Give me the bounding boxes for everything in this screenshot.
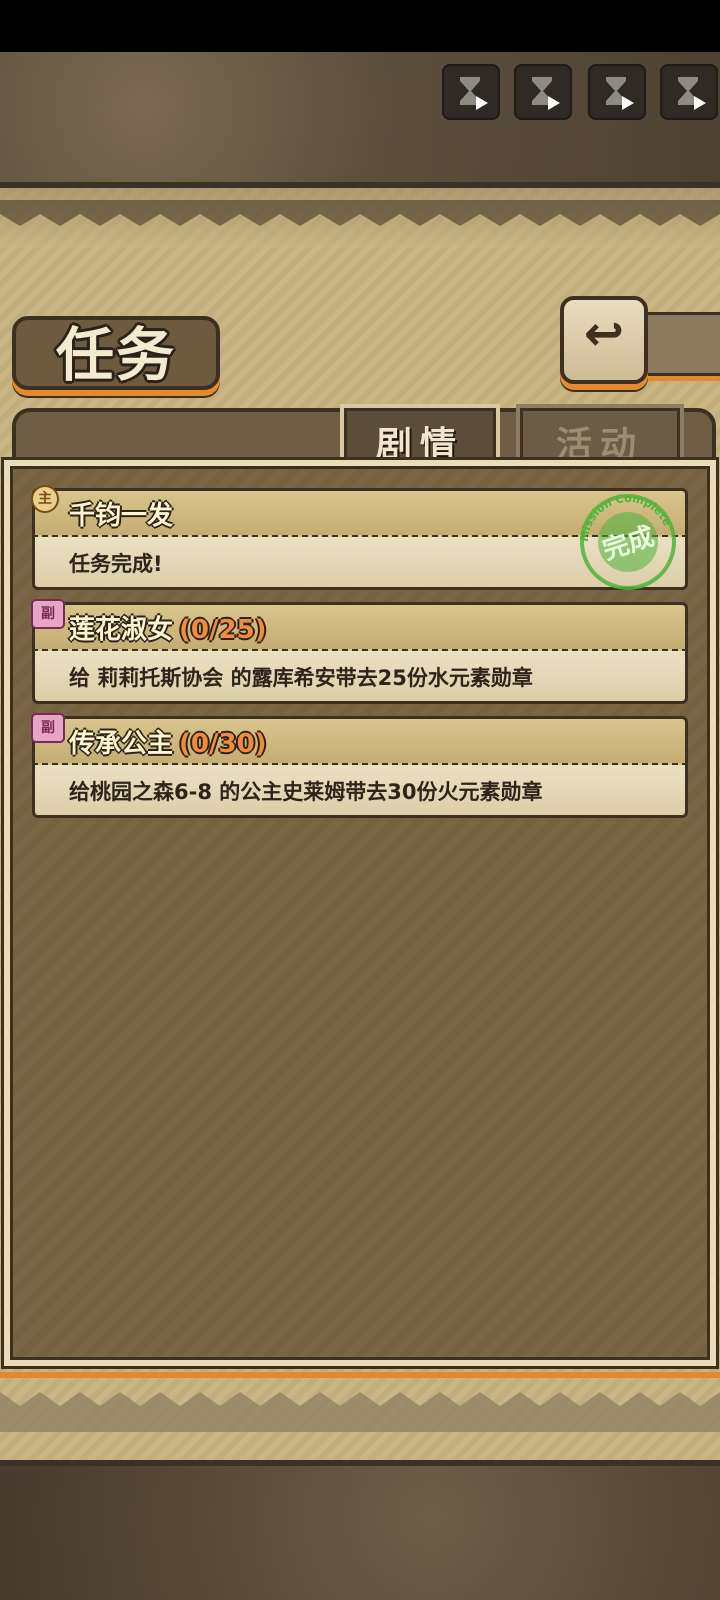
title-plate: 任务 bbox=[12, 316, 220, 390]
speed-button-2[interactable] bbox=[514, 64, 572, 120]
quest-header: 副 传承公主 (0/30) bbox=[31, 713, 688, 765]
side-quest-badge-icon: 副 bbox=[31, 713, 65, 743]
quest-name: 千钧一发 bbox=[69, 495, 173, 532]
hourglass-play-icon bbox=[532, 77, 560, 110]
main-quest-badge-icon: 主 bbox=[31, 485, 59, 513]
quest-name-text: 莲花淑女 bbox=[69, 615, 174, 645]
quest-header: 副 莲花淑女 (0/25) bbox=[31, 599, 688, 651]
quest-name: 莲花淑女 (0/25) bbox=[69, 609, 267, 646]
speed-button-3[interactable] bbox=[588, 64, 646, 120]
quest-progress: (0/30) bbox=[179, 729, 267, 759]
speed-button-1[interactable] bbox=[442, 64, 500, 120]
mission-complete-stamp-icon: Mission Complete 完成 bbox=[578, 494, 676, 590]
back-button[interactable]: ↩ bbox=[560, 296, 648, 384]
quest-name-text: 千钧一发 bbox=[69, 501, 174, 531]
quest-description: 任务完成! bbox=[69, 552, 163, 576]
quest-name-text: 传承公主 bbox=[69, 729, 174, 759]
hourglass-play-icon bbox=[606, 77, 634, 110]
quest-description: 给桃园之森6-8 的公主史莱姆带去30份火元素勋章 bbox=[69, 780, 543, 804]
hourglass-play-icon bbox=[678, 77, 706, 110]
hourglass-play-icon bbox=[460, 77, 488, 110]
quest-body: 给桃园之森6-8 的公主史莱姆带去30份火元素勋章 bbox=[32, 765, 688, 818]
side-quest-badge-icon: 副 bbox=[31, 599, 65, 629]
back-arrow-icon: ↩ bbox=[583, 306, 625, 362]
quest-item-3[interactable]: 副 传承公主 (0/30) 给桃园之森6-8 的公主史莱姆带去30份火元素勋章 bbox=[31, 713, 688, 818]
page-title: 任务 bbox=[55, 321, 176, 389]
quest-item-2[interactable]: 副 莲花淑女 (0/25) 给 莉莉托斯协会 的露库希安带去25份水元素勋章 bbox=[31, 599, 688, 704]
status-bar bbox=[0, 0, 720, 52]
parchment-torn-edge-top bbox=[0, 200, 720, 226]
quest-body: 给 莉莉托斯协会 的露库希安带去25份水元素勋章 bbox=[32, 651, 688, 704]
quest-name: 传承公主 (0/30) bbox=[69, 723, 267, 760]
quest-list-panel[interactable] bbox=[0, 460, 720, 1378]
bottom-map-band bbox=[0, 1460, 720, 1600]
speed-button-4[interactable] bbox=[660, 64, 718, 120]
quest-description: 给 莉莉托斯协会 的露库希安带去25份水元素勋章 bbox=[69, 666, 533, 690]
parchment-torn-edge-bottom bbox=[0, 1392, 720, 1432]
quest-progress: (0/25) bbox=[179, 615, 267, 645]
